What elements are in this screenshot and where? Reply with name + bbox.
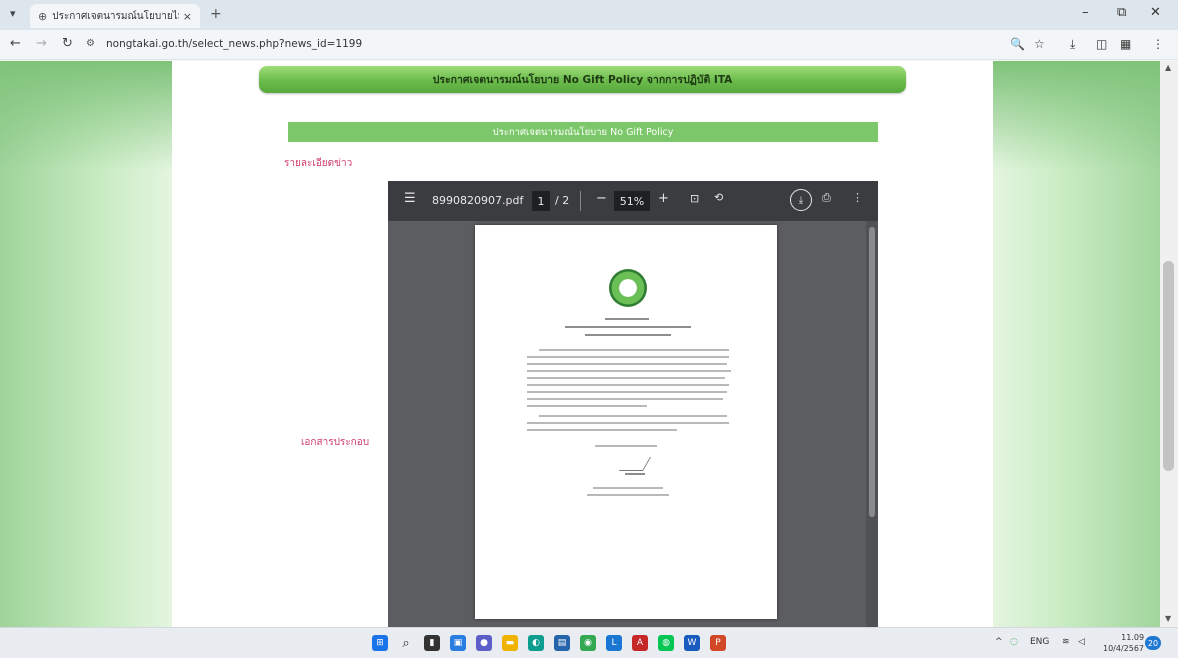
new-tab-button[interactable]: + (210, 6, 222, 22)
file-explorer-icon[interactable]: ▬ (502, 635, 518, 651)
url-field[interactable]: nongtakai.go.th/select_news.php?news_id=… (106, 38, 362, 50)
store-icon[interactable]: ▤ (554, 635, 570, 651)
left-decoration (0, 61, 172, 627)
powerpoint-icon[interactable]: P (710, 635, 726, 651)
zoom-icon[interactable]: 🔍 (1010, 37, 1025, 51)
news-title-banner: ประกาศเจตนารมณ์นโยบาย No Gift Policy จาก… (259, 66, 906, 93)
minimize-button[interactable]: – (1082, 5, 1089, 20)
site-info-icon[interactable]: ⚙ (86, 38, 95, 49)
pdf-reader-icon[interactable]: A (632, 635, 648, 651)
news-subheader: ประกาศเจตนารมณ์นโยบาย No Gift Policy (288, 122, 878, 142)
restore-button[interactable]: ⧉ (1117, 5, 1126, 20)
document-text-line (527, 370, 731, 372)
document-text-line (527, 429, 677, 431)
pdf-menu-icon[interactable]: ☰ (404, 191, 416, 206)
document-text-line (527, 405, 647, 407)
document-text-line (527, 391, 727, 393)
line-app-icon[interactable]: ◍ (658, 635, 674, 651)
start-icon[interactable]: ⊞ (372, 635, 388, 651)
chrome-icon[interactable]: ◉ (580, 635, 596, 651)
tray-app-icon[interactable]: ◌ (1010, 637, 1018, 647)
clock-time: 11.09 (1121, 633, 1145, 642)
wifi-icon[interactable]: ≋ (1062, 637, 1070, 647)
widgets-icon[interactable]: ▣ (450, 635, 466, 651)
close-window-button[interactable]: ✕ (1150, 5, 1161, 20)
back-button[interactable]: ← (10, 36, 21, 51)
tab-bar: ▾ ⊕ ประกาศเจตนารมณ์นโยบายไม่ × + – ⧉ ✕ (0, 0, 1178, 30)
pdf-toolbar-divider (580, 191, 581, 211)
taskbar: ⊞ ⌕ ▮ ▣ ● ▬ ◐ ▤ ◉ L A ◍ W P ^ ◌ ENG ≋ ◁ … (0, 627, 1178, 658)
signature-mark (618, 457, 652, 471)
document-text-line (527, 422, 729, 424)
pdf-scrollbar[interactable] (866, 221, 878, 627)
search-icon[interactable]: ⌕ (398, 635, 414, 651)
fit-page-icon[interactable]: ⊡ (690, 192, 699, 205)
clock-date: 10/4/2567 (1103, 644, 1145, 653)
bookmark-star-icon[interactable]: ☆ (1034, 37, 1045, 51)
pdf-scroll-thumb[interactable] (869, 227, 875, 517)
address-bar: ← → ↻ ⚙ nongtakai.go.th/select_news.php?… (0, 30, 1178, 60)
pdf-filename: 8990820907.pdf (432, 194, 524, 207)
web-page: ประกาศเจตนารมณ์นโยบาย No Gift Policy จาก… (0, 61, 1168, 627)
language-indicator[interactable]: ENG (1030, 637, 1049, 647)
document-text-line (593, 487, 663, 489)
word-icon[interactable]: W (684, 635, 700, 651)
document-text-line (539, 349, 729, 351)
right-decoration (993, 61, 1168, 627)
document-text-line (587, 494, 669, 496)
download-icon[interactable]: ⤓ (1070, 37, 1075, 52)
document-text-line (539, 415, 727, 417)
pdf-page (475, 225, 777, 619)
pdf-page-input[interactable]: 1 (532, 191, 550, 211)
pdf-more-icon[interactable]: ⋮ (852, 191, 863, 204)
zoom-in-button[interactable]: + (658, 191, 669, 206)
tab-title: ประกาศเจตนารมณ์นโยบายไม่ (52, 10, 179, 22)
document-text-line (625, 473, 645, 475)
reload-button[interactable]: ↻ (62, 36, 73, 51)
pdf-download-icon[interactable]: ⤓ (790, 189, 812, 211)
document-text-line (527, 377, 725, 379)
pdf-zoom-input[interactable]: 51% (614, 191, 650, 211)
detail-label: รายละเอียดข่าว (284, 158, 353, 169)
pdf-viewer[interactable]: ☰ 8990820907.pdf 1 / 2 − 51% + ⊡ ⟲ ⤓ ⎙ ⋮ (388, 181, 878, 627)
chevron-up-icon[interactable]: ^ (995, 637, 1003, 647)
edge-icon[interactable]: ◐ (528, 635, 544, 651)
extensions-icon[interactable]: ▦ (1120, 37, 1131, 51)
document-text-line (565, 326, 691, 328)
page-scroll-thumb[interactable] (1163, 261, 1174, 471)
forward-button[interactable]: → (36, 36, 47, 51)
task-view-icon[interactable]: ▮ (424, 635, 440, 651)
sidebar-icon[interactable]: ◫ (1096, 37, 1107, 51)
app-l-icon[interactable]: L (606, 635, 622, 651)
page-scrollbar[interactable]: ▲ ▼ (1160, 61, 1178, 627)
print-icon[interactable]: ⎙ (822, 191, 831, 205)
pdf-page-total: / 2 (555, 194, 570, 207)
document-text-line (527, 398, 723, 400)
attachment-label: เอกสารประกอบ (301, 437, 370, 448)
document-text-line (527, 363, 727, 365)
tab-close-button[interactable]: × (183, 10, 192, 23)
document-text-line (585, 334, 671, 336)
document-text-line (605, 318, 649, 320)
chat-icon[interactable]: ● (476, 635, 492, 651)
organization-seal-icon (609, 269, 647, 307)
scroll-down-arrow-icon[interactable]: ▼ (1165, 614, 1171, 623)
document-text-line (527, 384, 729, 386)
volume-icon[interactable]: ◁ (1078, 637, 1085, 647)
rotate-icon[interactable]: ⟲ (714, 191, 723, 204)
document-text-line (527, 356, 729, 358)
pdf-toolbar: ☰ 8990820907.pdf 1 / 2 − 51% + ⊡ ⟲ ⤓ ⎙ ⋮ (388, 181, 878, 221)
notification-badge[interactable]: 20 (1145, 636, 1161, 650)
system-clock[interactable]: 11.09 10/4/2567 (1103, 632, 1144, 654)
chevron-down-icon[interactable]: ▾ (10, 7, 16, 20)
browser-menu-icon[interactable]: ⋮ (1152, 37, 1164, 51)
zoom-out-button[interactable]: − (596, 191, 607, 206)
globe-icon: ⊕ (38, 9, 48, 23)
browser-tab[interactable]: ⊕ ประกาศเจตนารมณ์นโยบายไม่ × (30, 4, 200, 28)
scroll-up-arrow-icon[interactable]: ▲ (1165, 63, 1171, 72)
document-text-line (595, 445, 657, 447)
